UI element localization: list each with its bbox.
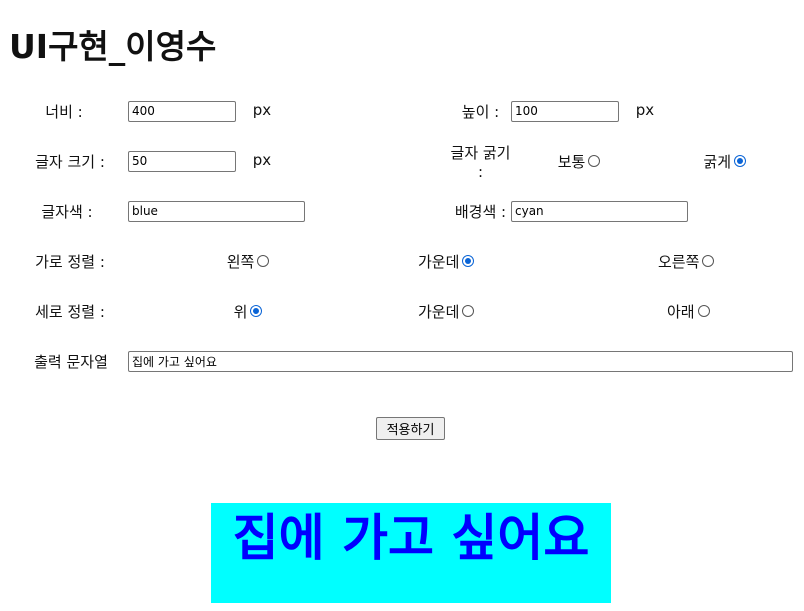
settings-form: 너비 : px 높이 : px 글자 크기 : px 글자 굵기 : 보통 굵게 bbox=[0, 86, 800, 386]
output-text-label: 출력 문자열 bbox=[34, 352, 108, 371]
font-size-input[interactable] bbox=[128, 150, 236, 172]
v-align-top-radio[interactable] bbox=[250, 305, 263, 317]
font-weight-label: 글자 굵기 : bbox=[450, 143, 511, 181]
font-weight-bold-option[interactable]: 굵게 bbox=[703, 151, 746, 172]
height-unit: px bbox=[635, 101, 655, 119]
height-label: 높이 : bbox=[461, 102, 500, 121]
row-size: 너비 : px 높이 : px bbox=[0, 86, 800, 136]
v-align-label: 세로 정렬 : bbox=[35, 302, 105, 321]
v-align-top-option[interactable]: 위 bbox=[234, 301, 263, 322]
width-input[interactable] bbox=[128, 100, 236, 122]
h-align-center-option[interactable]: 가운데 bbox=[418, 251, 475, 272]
apply-button[interactable]: 적용하기 bbox=[376, 417, 445, 440]
bg-color-input[interactable] bbox=[511, 200, 688, 222]
v-align-middle-option[interactable]: 가운데 bbox=[418, 301, 475, 322]
output-preview-text: 집에 가고 싶어요 bbox=[232, 509, 590, 567]
font-size-label: 글자 크기 : bbox=[35, 152, 105, 171]
font-size-unit: px bbox=[252, 151, 272, 169]
width-label: 너비 : bbox=[45, 102, 83, 121]
v-align-middle-radio[interactable] bbox=[462, 305, 475, 317]
h-align-right-radio[interactable] bbox=[702, 255, 715, 267]
row-font: 글자 크기 : px 글자 굵기 : 보통 굵게 bbox=[0, 136, 800, 186]
v-align-bottom-radio[interactable] bbox=[697, 305, 710, 317]
font-weight-normal-option[interactable]: 보통 bbox=[558, 151, 601, 172]
page-title: UI구현_이영수 bbox=[9, 27, 217, 66]
font-weight-bold-radio[interactable] bbox=[734, 155, 746, 167]
output-preview: 집에 가고 싶어요 bbox=[211, 503, 611, 603]
font-weight-normal-radio[interactable] bbox=[588, 155, 601, 167]
bg-color-label: 배경색 : bbox=[454, 202, 507, 221]
text-color-input[interactable] bbox=[128, 200, 305, 222]
width-unit: px bbox=[252, 101, 272, 119]
text-color-label: 글자색 : bbox=[41, 202, 93, 221]
row-v-align: 세로 정렬 : 위 가운데 아래 bbox=[0, 286, 800, 336]
h-align-left-option[interactable]: 왼쪽 bbox=[227, 251, 270, 272]
h-align-center-radio[interactable] bbox=[462, 255, 475, 267]
h-align-right-option[interactable]: 오른쪽 bbox=[658, 251, 715, 272]
row-color: 글자색 : 배경색 : bbox=[0, 186, 800, 236]
row-h-align: 가로 정렬 : 왼쪽 가운데 오른쪽 bbox=[0, 236, 800, 286]
h-align-label: 가로 정렬 : bbox=[35, 252, 105, 271]
height-input[interactable] bbox=[511, 100, 619, 122]
h-align-left-radio[interactable] bbox=[257, 255, 270, 267]
row-output-text: 출력 문자열 bbox=[0, 336, 800, 386]
output-text-input[interactable] bbox=[128, 350, 793, 372]
v-align-bottom-option[interactable]: 아래 bbox=[667, 301, 710, 322]
